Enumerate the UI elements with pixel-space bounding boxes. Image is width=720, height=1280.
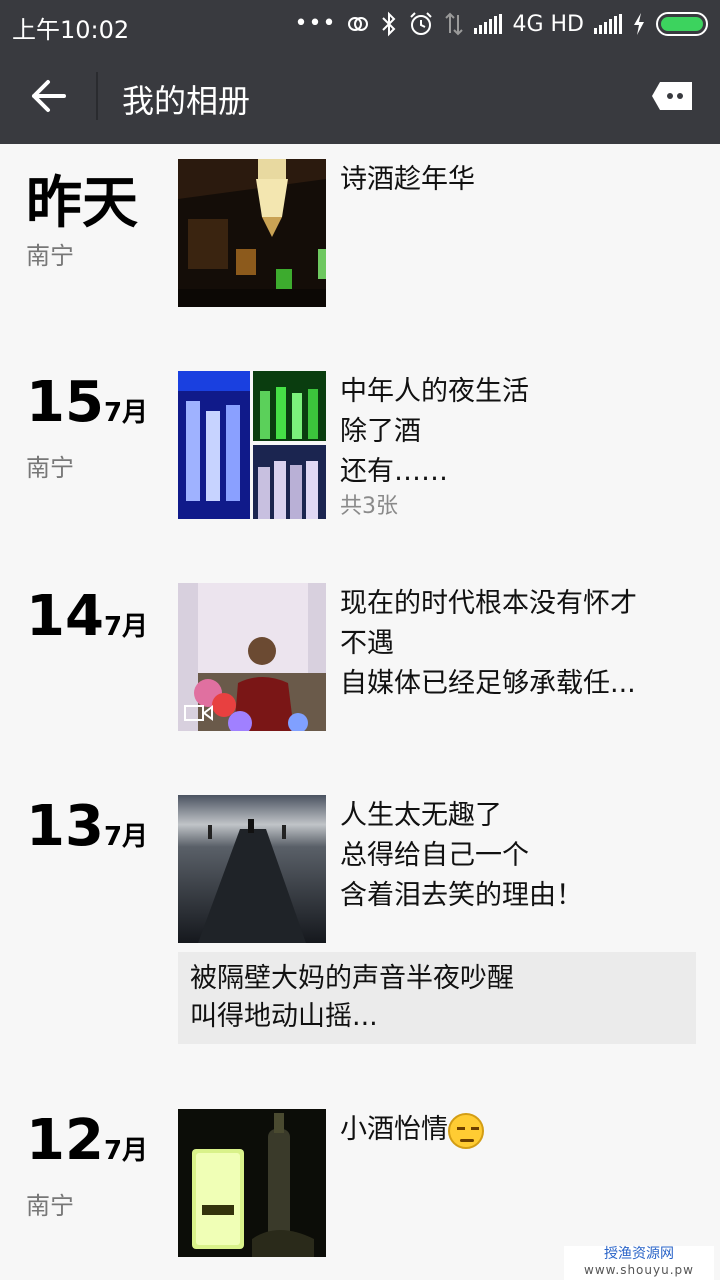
entry-day: 14 — [26, 584, 104, 649]
nav-bar: 我的相册 — [0, 48, 720, 144]
entry-date: 147月 — [26, 584, 148, 649]
page-title: 我的相册 — [122, 82, 251, 120]
status-bar: 上午10:02 ••• 4G HD — [0, 0, 720, 48]
alarm-icon — [410, 12, 433, 35]
entry-day: 13 — [26, 794, 104, 859]
entry-date: 127月 — [26, 1108, 148, 1173]
entry-month: 7月 — [103, 822, 149, 852]
entry-photo[interactable] — [178, 1109, 326, 1257]
entry-text: 人生太无趣了 总得给自己一个 含着泪去笑的理由！ — [340, 800, 583, 911]
entry-month: 7月 — [103, 612, 149, 642]
photo-count: 共3张 — [340, 494, 398, 519]
status-icons: ••• 4G HD — [295, 8, 708, 40]
entry-location: 南宁 — [26, 1192, 74, 1220]
back-arrow-icon[interactable] — [22, 66, 82, 126]
entry-day: 15 — [26, 370, 104, 435]
smirk-emoji-icon — [448, 1112, 484, 1149]
entry-photo[interactable] — [178, 795, 326, 943]
status-time: 上午10:02 — [12, 16, 130, 44]
nav-divider — [96, 72, 98, 120]
signal-1-icon — [474, 14, 503, 34]
more-icon[interactable] — [650, 80, 694, 112]
entry-photo[interactable] — [178, 159, 326, 307]
entry-date: 137月 — [26, 794, 148, 859]
watermark-line1: 授渔资源网 — [604, 1246, 674, 1262]
entry-photo-grid[interactable] — [178, 371, 326, 519]
bluetooth-icon — [382, 11, 396, 37]
signal-2-icon — [594, 14, 622, 34]
entry-text: 诗酒趁年华 — [340, 164, 475, 195]
charging-icon — [634, 13, 644, 35]
entry-date: 157月 — [26, 370, 148, 435]
watermark-line2: www.shouyu.pw — [584, 1263, 694, 1277]
entry-location: 南宁 — [26, 242, 74, 270]
photo-pier-sunset — [178, 795, 326, 943]
entry-day: 昨天 — [26, 171, 138, 236]
video-icon — [184, 705, 213, 721]
entry-location: 南宁 — [26, 454, 74, 482]
network-label: 4G HD — [512, 11, 584, 37]
entry-month: 7月 — [103, 398, 149, 428]
entry-text: 中年人的夜生活 除了酒 还有…… — [340, 376, 529, 482]
watermark-logo: 授渔资源网 www.shouyu.pw — [564, 1246, 714, 1280]
entry-text: 小酒怡情 — [340, 1110, 680, 1150]
more-notifications-icon: ••• — [294, 11, 337, 36]
battery-icon — [656, 12, 708, 36]
photo-bottles-grid — [178, 371, 326, 519]
entry-text-content: 小酒怡情 — [340, 1114, 448, 1145]
photo-glowing-lamp — [178, 1109, 326, 1257]
data-arrows-icon — [445, 12, 464, 36]
shared-link-card[interactable]: 被隔壁大妈的声音半夜吵醒 叫得地动山摇... — [178, 952, 696, 1044]
entry-day: 12 — [26, 1108, 104, 1173]
sync-icon — [348, 17, 369, 31]
entry-month: 7月 — [103, 1136, 149, 1166]
photo-bar-lanterns — [178, 159, 326, 307]
entry-text: 现在的时代根本没有怀才 不遇 自媒体已经足够承载任... — [340, 588, 637, 699]
album-feed[interactable]: 昨天 南宁 诗酒趁年华 157月 南宁 中年人的夜生活 除了酒 还有…… 共3张… — [0, 144, 720, 1280]
entry-date: 昨天 — [26, 158, 138, 239]
entry-video-thumbnail[interactable] — [178, 583, 326, 731]
